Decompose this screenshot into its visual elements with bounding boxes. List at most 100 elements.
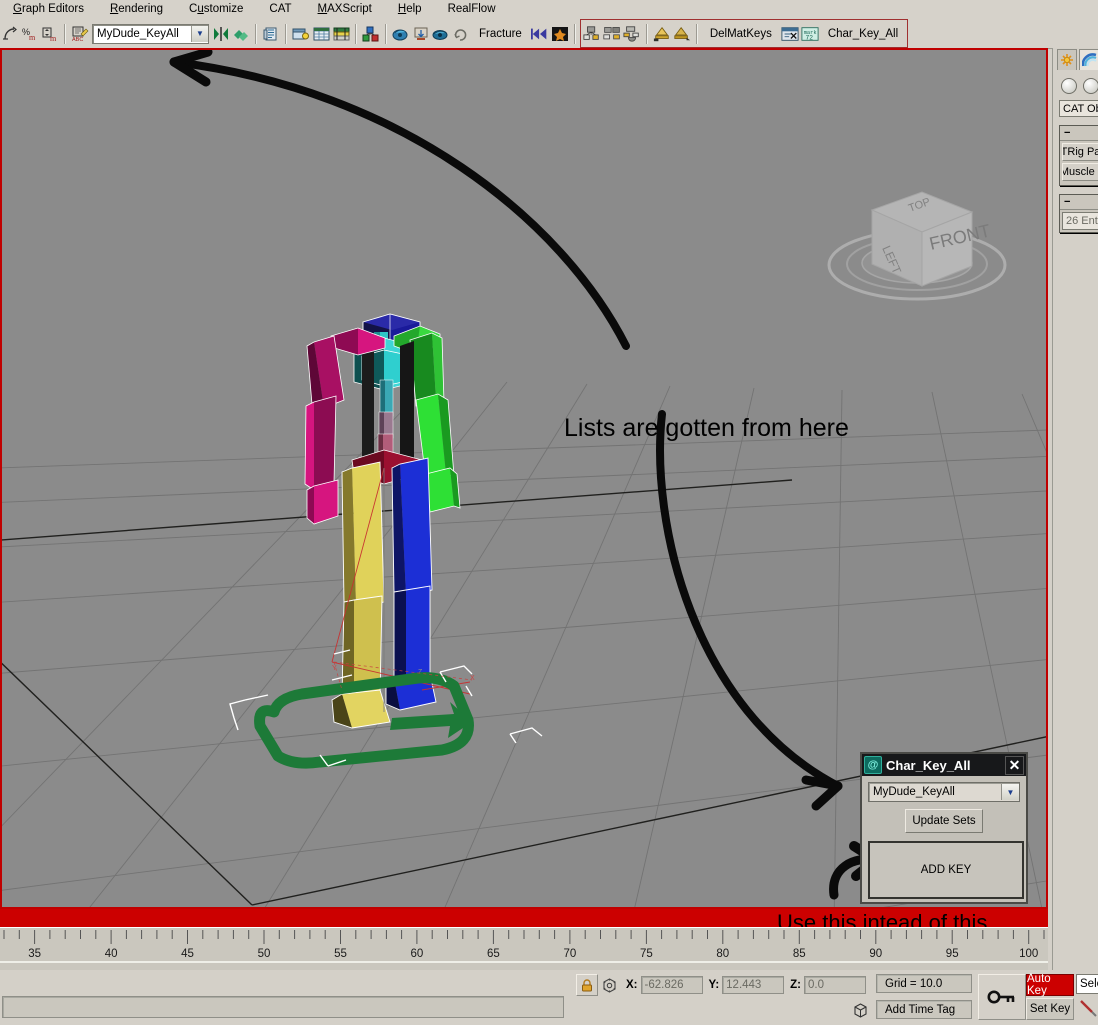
svg-text:70: 70 [564,948,577,960]
lock-icon[interactable] [576,974,598,996]
cat-bone-b-icon[interactable] [603,23,621,45]
transform-type-in-group: X: -62.826 Y: 12.443 Z: 0.0 [576,974,866,996]
chevron-down-icon[interactable]: ▼ [191,26,208,42]
svg-text:X: X [470,675,475,682]
toolbar-separator [355,24,357,44]
char-key-all-script-icon[interactable]: mark72 [801,23,819,45]
cat-custom-toolbar-group: DelMatKeys mark72 Char_Key_All [580,19,908,48]
menu-item-cat[interactable]: CAT [256,0,304,19]
svg-text:40: 40 [105,948,118,960]
layer-manager-icon[interactable] [262,23,280,45]
svg-text:80: 80 [716,948,729,960]
align-icon[interactable] [232,23,250,45]
muscle-strand-button[interactable]: Muscle Strand [1062,163,1098,181]
add-time-tag-button[interactable]: Add Time Tag [876,1000,972,1019]
selection-filter-combo[interactable]: Selec [1076,974,1098,994]
absolute-relative-transform-icon[interactable] [598,975,620,995]
render-production-icon[interactable] [432,23,450,45]
schematic-view-icon[interactable] [362,23,380,45]
snaps-toggle-icon[interactable] [1,23,19,45]
keyset-combo[interactable]: MyDude_KeyAll ▼ [868,782,1020,802]
menu-item-graph-editors[interactable]: GGraph Editorsraph Editors [0,0,97,19]
menu-item-realflow[interactable]: RealFlow [435,0,509,19]
explosion-icon[interactable] [551,23,569,45]
rainbow-arc-icon [1082,53,1097,67]
z-field[interactable]: 0.0 [804,976,866,994]
menu-item-maxscript[interactable]: MAXScript [305,0,385,19]
fracture-button[interactable]: Fracture [471,28,530,40]
command-panel-tabs [1053,48,1098,70]
chevron-down-icon[interactable]: ▼ [1001,784,1019,800]
menu-bar: GGraph Editorsraph Editors Rendering Cus… [0,0,1098,19]
rollout-collapse-toggle-2[interactable]: − [1060,195,1098,210]
mirror-icon[interactable] [212,23,230,45]
curve-editor-icon[interactable] [332,23,350,45]
command-panel: CAT Object − CATRig Parameters Muscle St… [1052,48,1098,973]
z-label: Z: [790,979,801,991]
dialog-title-bar[interactable]: @ Char_Key_All ✕ [862,754,1026,776]
keyset-combo-value: MyDude_KeyAll [869,786,1001,798]
svg-text:85: 85 [793,948,806,960]
named-selection-set-combo[interactable]: MyDude_KeyAll ▼ [92,24,209,44]
key-mode-toggle-icon[interactable] [978,974,1026,1020]
toolbar-separator [64,24,66,44]
svg-text:35: 35 [28,948,41,960]
rollout-body-2: 26 Entries [1060,210,1098,232]
catparent-rollout: − CATRig Parameters Muscle Strand [1059,125,1098,186]
cat-rig-icon-1[interactable] [653,23,671,45]
svg-text:50: 50 [258,948,271,960]
delmatkeys-script-icon[interactable] [781,23,799,45]
shapes-radio[interactable] [1083,78,1098,94]
add-key-button[interactable]: ADD KEY [868,841,1024,899]
svg-text:75: 75 [640,948,653,960]
toolbar-separator [285,24,287,44]
track-bar[interactable]: 35404550556065707580859095100 [0,927,1048,971]
create-tab[interactable] [1057,49,1077,70]
svg-text:m: m [50,34,57,42]
percent-snap-icon[interactable]: %m [21,23,39,45]
modify-tab[interactable] [1079,49,1098,70]
delmatkeys-button[interactable]: DelMatKeys [702,28,780,40]
cat-bone-c-icon[interactable] [623,23,641,45]
rewind-icon[interactable] [531,23,549,45]
grid-readout: Grid = 10.0 [876,974,972,993]
spreadsheet-icon[interactable] [312,23,330,45]
render-frame-window-icon[interactable] [412,23,430,45]
cat-bone-a-icon[interactable] [583,23,601,45]
set-key-button[interactable]: Set Key [1026,998,1074,1020]
auto-key-button[interactable]: Auto Key [1026,974,1074,996]
char-key-all-button[interactable]: Char_Key_All [820,28,906,40]
catrig-parameters-button[interactable]: CATRig Parameters [1062,143,1098,161]
render-setup-icon[interactable] [392,23,410,45]
menu-item-help[interactable]: Help [385,0,435,19]
render-iterative-icon[interactable] [452,23,470,45]
toolbar-separator [696,24,698,44]
close-icon[interactable]: ✕ [1005,756,1024,775]
entries-field[interactable]: 26 Entries [1062,212,1098,230]
spinner-snap-icon[interactable]: m [41,23,59,45]
time-tag-cube-icon[interactable] [850,1000,870,1020]
y-field[interactable]: 12.443 [722,976,784,994]
geometry-radio[interactable] [1061,78,1077,94]
svg-text:65: 65 [487,948,500,960]
x-field[interactable]: -62.826 [641,976,703,994]
svg-text:100: 100 [1019,948,1038,960]
char-key-all-dialog[interactable]: @ Char_Key_All ✕ MyDude_KeyAll ▼ Update … [860,752,1028,904]
rollout-collapse-toggle[interactable]: − [1060,126,1098,141]
svg-text:m: m [29,33,36,42]
update-sets-button[interactable]: Update Sets [905,809,983,833]
menu-item-rendering[interactable]: Rendering [97,0,176,19]
set-key-filters-icon[interactable] [1078,998,1098,1020]
named-selection-set-value: MyDude_KeyAll [93,28,191,40]
object-type-combo[interactable]: CAT Object [1059,100,1098,117]
cat-rig-icon-2[interactable] [673,23,691,45]
svg-text:95: 95 [946,948,959,960]
svg-text:45: 45 [181,948,194,960]
key-toggles-group: Auto Key Set Key [1026,974,1074,1020]
prompt-line[interactable] [2,996,564,1018]
light-lister-icon[interactable] [292,23,310,45]
toolbar-separator [646,24,648,44]
edit-named-selection-sets-icon[interactable]: ABC [71,23,89,45]
menu-item-customize[interactable]: Customize [176,0,256,19]
max-application-window: GGraph Editorsraph Editors Rendering Cus… [0,0,1098,1025]
